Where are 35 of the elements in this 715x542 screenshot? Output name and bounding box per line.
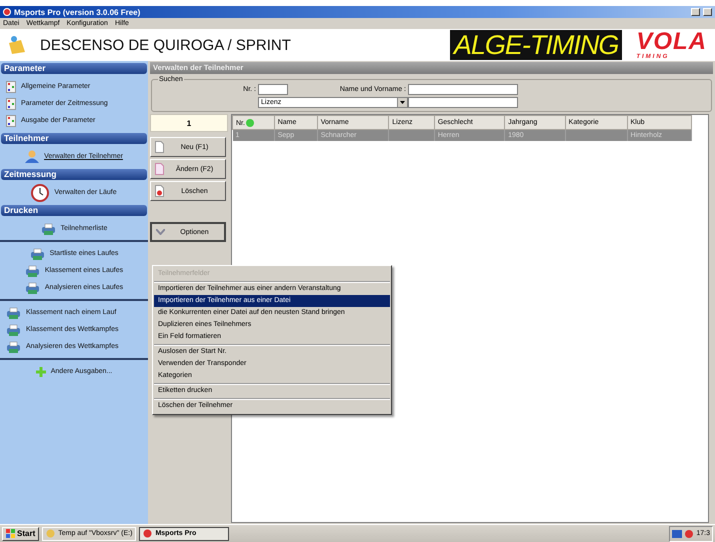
printer-icon: [24, 264, 40, 276]
printer-icon: [6, 340, 21, 352]
minimize-button[interactable]: [691, 8, 700, 16]
document-icon: [155, 141, 164, 153]
dropdown-arrow-icon: [400, 101, 405, 104]
restore-button[interactable]: [703, 8, 712, 16]
printer-icon: [24, 282, 40, 294]
printer-icon: [30, 248, 45, 260]
participant-count: 1: [150, 114, 228, 132]
search-field[interactable]: [408, 97, 518, 108]
alge-logo: ALGE-TIMING: [450, 30, 622, 60]
printer-icon: [40, 222, 56, 234]
document-icon: [155, 163, 164, 175]
delete-document-icon: [155, 185, 164, 197]
clock-icon: [31, 184, 50, 202]
section-header[interactable]: Parameter: [1, 63, 147, 74]
window-title: Msports Pro (version 3.0.06 Free): [14, 8, 140, 16]
section-header[interactable]: Drucken: [1, 205, 147, 216]
windows-flag-icon: [6, 529, 15, 538]
settings-list-icon: [6, 80, 16, 92]
section-header[interactable]: Zeitmessung: [1, 169, 147, 180]
chevron-down-icon: [156, 229, 165, 235]
name-field[interactable]: [408, 84, 518, 95]
settings-list-icon: [6, 114, 16, 126]
person-icon: [25, 150, 40, 163]
section-header[interactable]: Teilnehmer: [1, 133, 147, 144]
printer-icon: [6, 324, 21, 336]
printer-icon: [6, 306, 21, 318]
number-field[interactable]: [258, 84, 288, 95]
event-title: DESCENSO DE QUIROGA / SPRINT: [40, 36, 292, 54]
settings-list-icon: [6, 98, 16, 110]
start-button[interactable]: Start: [2, 526, 40, 540]
plus-icon: [36, 366, 46, 376]
app-icon: [143, 529, 152, 538]
app-icon: [3, 8, 11, 16]
